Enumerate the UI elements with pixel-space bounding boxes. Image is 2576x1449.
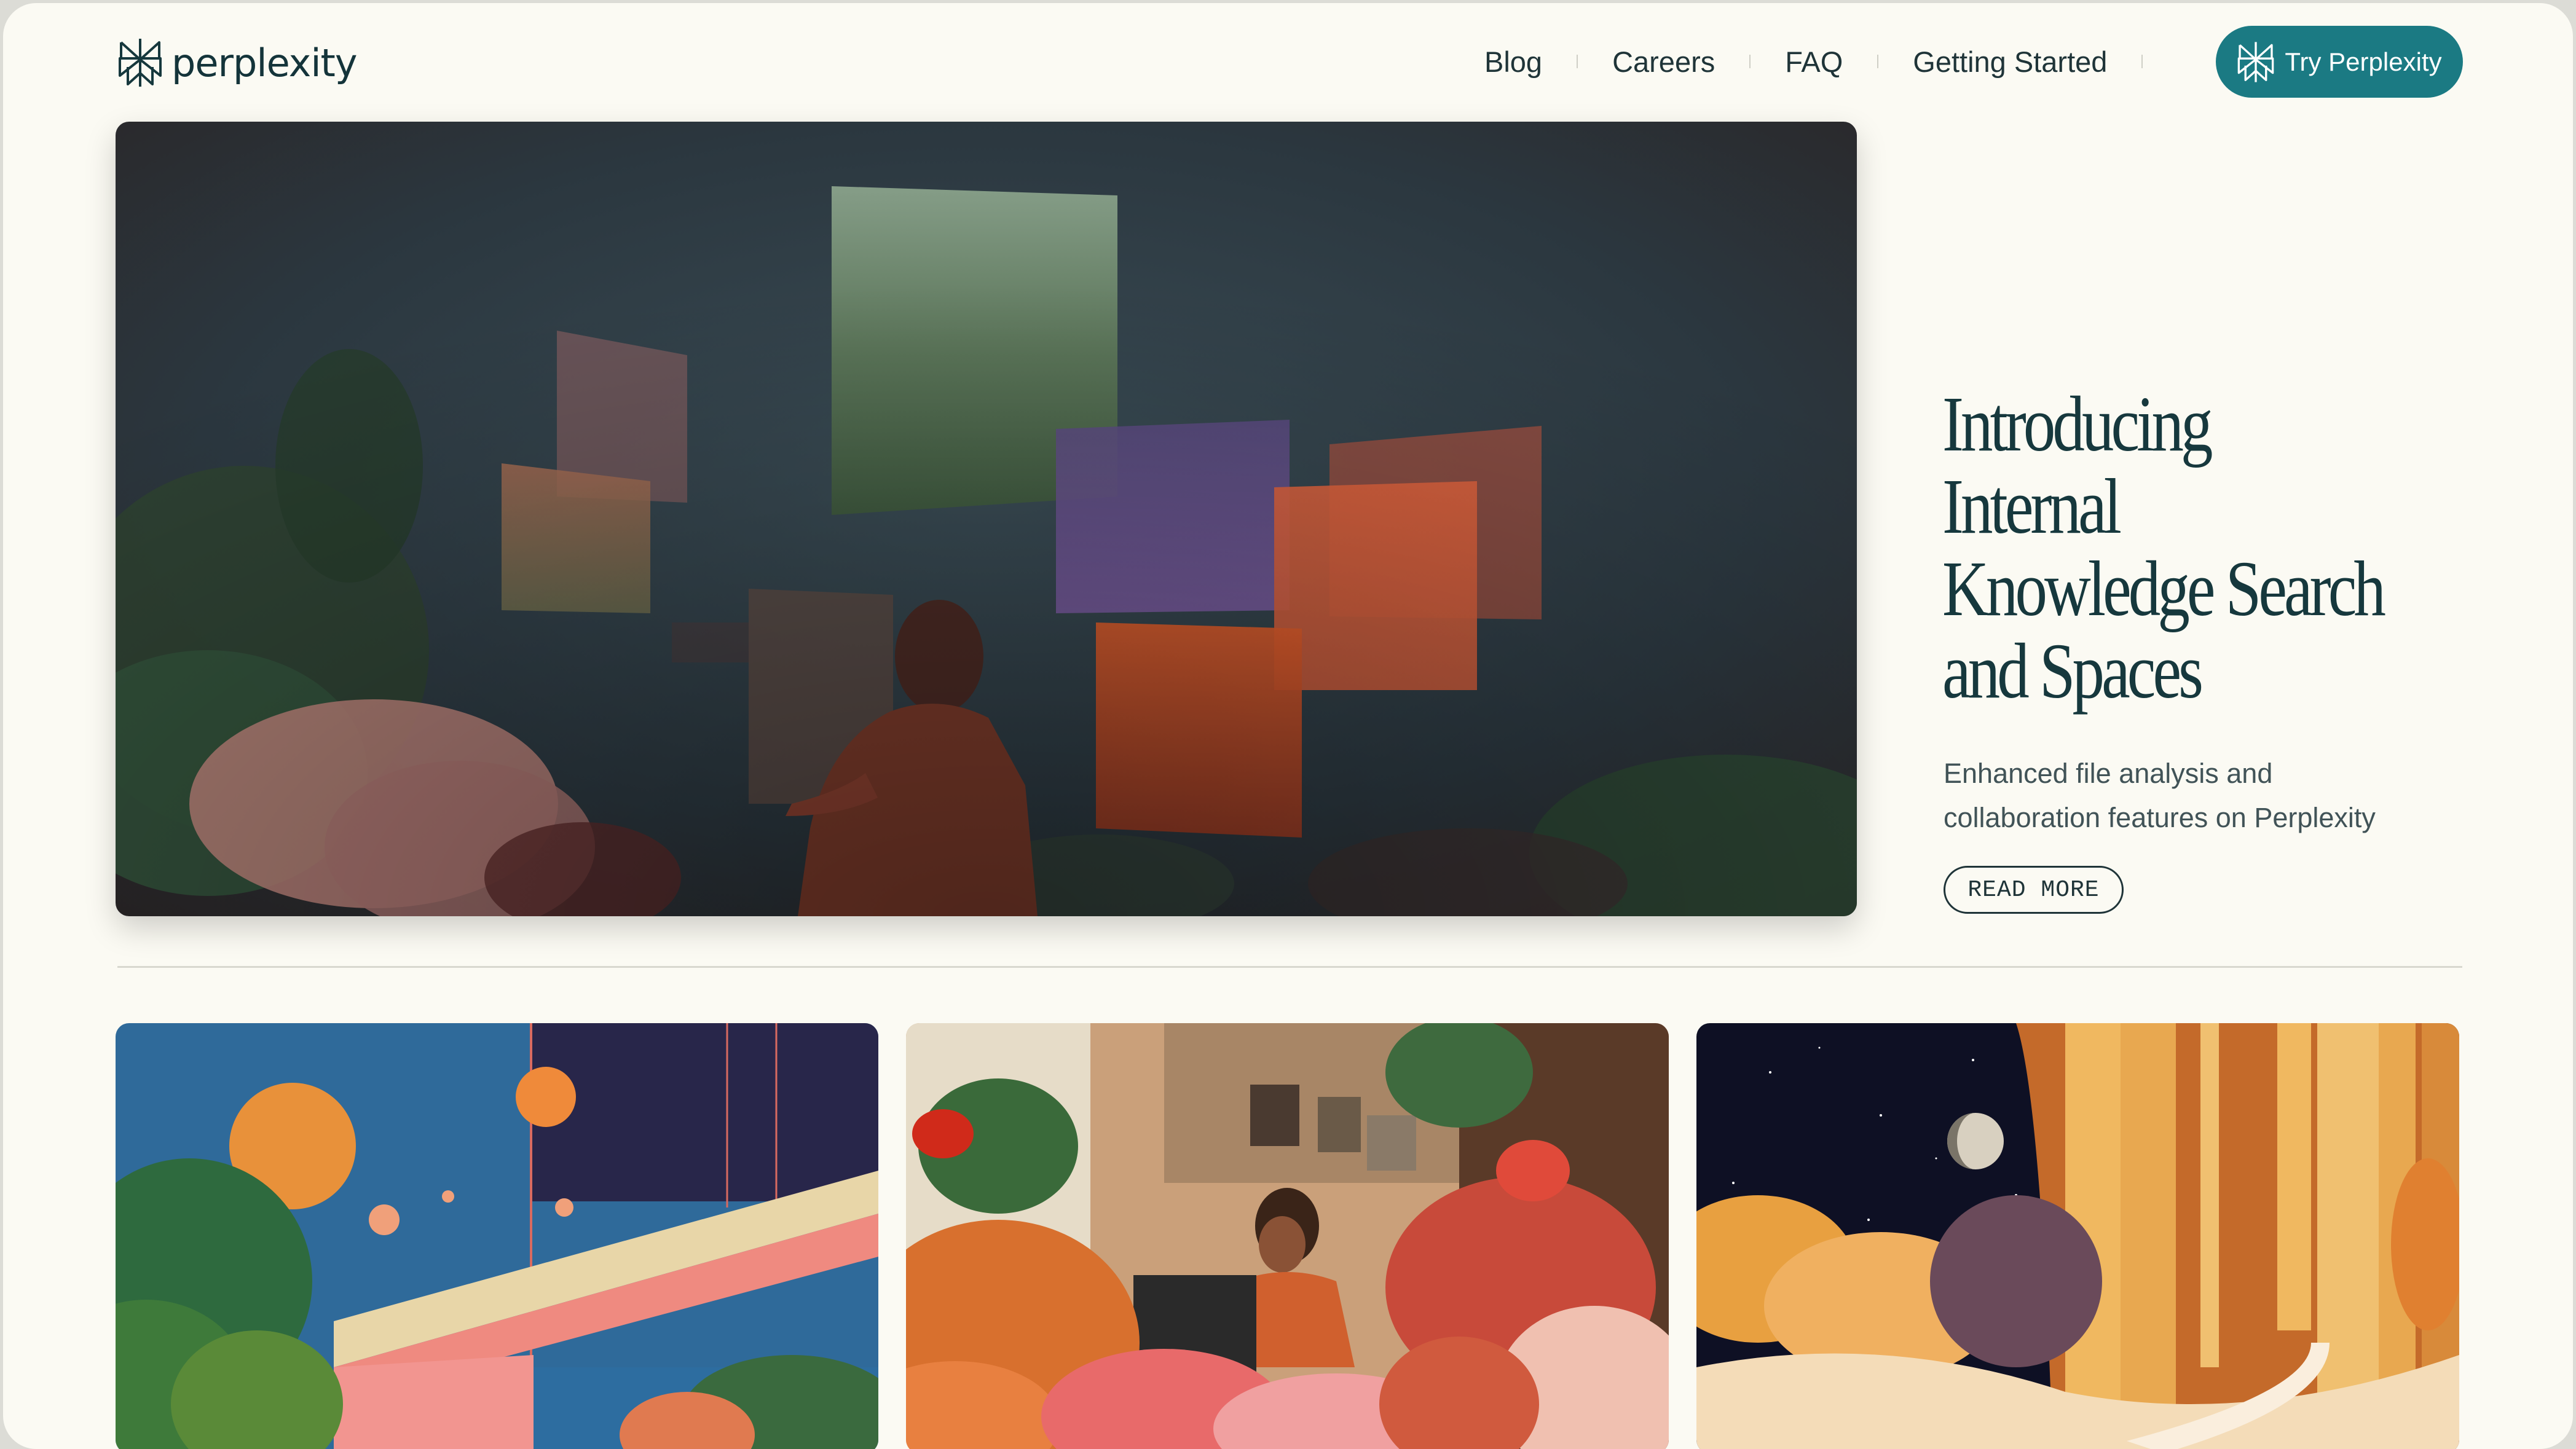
- hero-title-line: Introducing: [1942, 380, 2213, 468]
- retro-architecture-illustration: [116, 1023, 878, 1449]
- hero-subtitle: Enhanced file analysis and collaboration…: [1944, 752, 2448, 840]
- nav-separator: [1877, 55, 1879, 68]
- nav-separator: [1577, 55, 1578, 68]
- moon-pillars-illustration: [1696, 1023, 2459, 1449]
- read-more-button[interactable]: READ MORE: [1944, 866, 2124, 914]
- nav-separator: [1749, 55, 1751, 68]
- nav-link-getting-started[interactable]: Getting Started: [1913, 45, 2107, 79]
- hero-title-line: Internal: [1942, 463, 2122, 550]
- main-nav: Blog Careers FAQ Getting Started: [1484, 35, 2177, 88]
- nav-link-faq[interactable]: FAQ: [1785, 45, 1843, 79]
- article-card-image[interactable]: [1696, 1023, 2459, 1449]
- hero-title: Introducing Internal Knowledge Search an…: [1942, 380, 2386, 715]
- perplexity-logo-icon: [2238, 41, 2274, 82]
- nav-link-careers[interactable]: Careers: [1612, 45, 1715, 79]
- try-perplexity-label: Try Perplexity: [2285, 47, 2442, 76]
- section-divider: [117, 966, 2462, 968]
- page: perplexity Blog Careers FAQ Getting Star…: [3, 3, 2573, 1449]
- hero-subtitle-line: collaboration features on Perplexity: [1944, 802, 2376, 833]
- hero-illustration: [116, 122, 1857, 916]
- flower-shop-illustration: [906, 1023, 1669, 1449]
- perplexity-logo-icon: [119, 39, 162, 87]
- article-card-image[interactable]: [116, 1023, 878, 1449]
- article-card-image[interactable]: [906, 1023, 1669, 1449]
- hero-title-line: and Spaces: [1942, 627, 2204, 715]
- perplexity-logo[interactable]: perplexity: [117, 36, 358, 89]
- try-perplexity-button[interactable]: Try Perplexity: [2216, 26, 2463, 98]
- hero-title-line: Knowledge Search: [1942, 545, 2386, 632]
- hero-subtitle-line: Enhanced file analysis and: [1944, 758, 2273, 789]
- hero-image[interactable]: [116, 122, 1857, 916]
- logo-text: perplexity: [171, 40, 358, 85]
- nav-separator: [2141, 55, 2143, 68]
- nav-link-blog[interactable]: Blog: [1484, 45, 1542, 79]
